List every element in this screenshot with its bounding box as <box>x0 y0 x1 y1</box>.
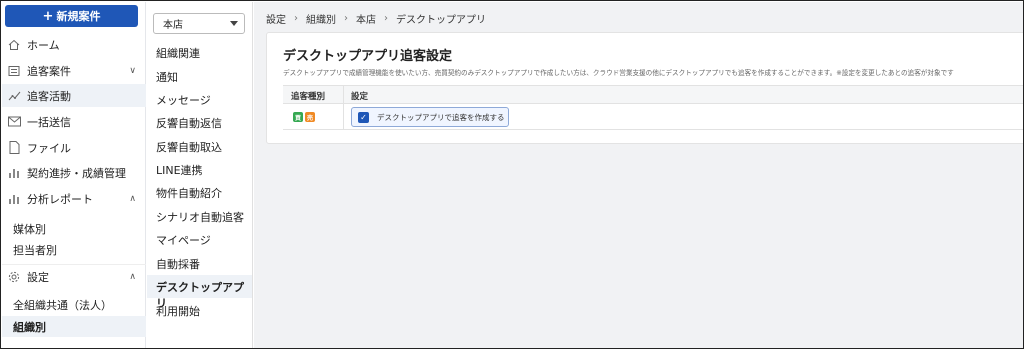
settings-subitem-by-org[interactable]: 組織別 <box>13 319 46 335</box>
column-divider <box>343 104 344 129</box>
settings-nav-item[interactable]: シナリオ自動追客 <box>156 209 244 225</box>
home-icon <box>7 38 21 52</box>
sidebar-item-bulk-send[interactable]: 一括送信 <box>2 110 146 133</box>
column-header: 追客種別 <box>291 92 326 102</box>
app-frame: + 新規案件 ホーム 追客案件 ∨ 追客活動 一括送信 ファイル 契約進捗・成績… <box>0 0 1024 349</box>
settings-card: デスクトップアプリ追客設定 デスクトップアプリで成績管理機能を使いたい方、売買契… <box>266 32 1023 144</box>
chevron-down-icon: ∨ <box>129 65 136 76</box>
buy-tag: 買 <box>293 112 303 122</box>
new-case-button-label: 新規案件 <box>56 10 101 23</box>
table-header: 追客種別 設定 <box>283 86 1023 104</box>
sidebar-item-files[interactable]: ファイル <box>2 136 146 159</box>
sidebar-item-label: 追客活動 <box>27 89 71 103</box>
sell-tag: 売 <box>305 112 315 122</box>
chevron-right-icon: › <box>294 13 298 24</box>
settings-nav-item[interactable]: 反響自動取込 <box>156 139 222 155</box>
bar-chart-icon <box>7 192 21 206</box>
chevron-up-icon: ∧ <box>129 271 136 282</box>
activity-icon <box>7 89 21 103</box>
sidebar-item-label: ホーム <box>27 38 60 52</box>
create-in-desktop-checkbox[interactable]: ✓ デスクトップアプリで追客を作成する <box>351 107 509 127</box>
settings-nav: 本店 組織関連 通知 メッセージ 反響自動返信 反響自動取込 LINE連携 物件… <box>147 2 253 348</box>
list-icon <box>7 64 21 78</box>
settings-nav-item[interactable]: マイページ <box>156 232 211 248</box>
sidebar-item-label: 追客案件 <box>27 64 71 78</box>
settings-nav-item[interactable]: 自動採番 <box>156 256 200 272</box>
chevron-up-icon: ∧ <box>129 193 136 204</box>
chevron-right-icon: › <box>384 13 388 24</box>
mail-icon <box>7 115 21 129</box>
table-row: 買 売 ✓ デスクトップアプリで追客を作成する <box>283 104 1023 130</box>
file-icon <box>7 141 21 155</box>
settings-nav-item[interactable]: 利用開始 <box>156 303 200 319</box>
sidebar-item-label: 設定 <box>27 270 49 284</box>
gear-icon <box>7 270 21 284</box>
breadcrumb-item[interactable]: 組織別 <box>306 11 336 26</box>
breadcrumb: 設定 › 組織別 › 本店 › デスクトップアプリ <box>266 11 486 26</box>
bar-chart-icon <box>7 166 21 180</box>
sidebar-item-analysis-report[interactable]: 分析レポート ∧ <box>2 187 146 210</box>
case-type-tags: 買 売 <box>293 112 315 122</box>
sidebar-item-label: ファイル <box>27 141 71 155</box>
sidebar-item-home[interactable]: ホーム <box>2 33 146 56</box>
settings-nav-item[interactable]: メッセージ <box>156 92 211 108</box>
breadcrumb-item[interactable]: 設定 <box>266 11 286 26</box>
breadcrumb-item[interactable]: 本店 <box>356 11 376 26</box>
column-header: 設定 <box>351 92 369 102</box>
new-case-button[interactable]: + 新規案件 <box>5 5 138 27</box>
report-subitem-staff[interactable]: 担当者別 <box>13 242 57 258</box>
caret-down-icon <box>230 21 238 26</box>
sidebar: + 新規案件 ホーム 追客案件 ∨ 追客活動 一括送信 ファイル 契約進捗・成績… <box>2 2 146 348</box>
sidebar-item-label: 契約進捗・成績管理 <box>27 166 126 180</box>
breadcrumb-item-current: デスクトップアプリ <box>396 15 486 26</box>
card-description: デスクトップアプリで成績管理機能を使いたい方、売買契約のみデスクトップアプリで作… <box>283 69 954 77</box>
settings-nav-item[interactable]: 反響自動返信 <box>156 115 222 131</box>
store-select-value: 本店 <box>163 20 183 31</box>
plus-icon: + <box>42 8 54 24</box>
chevron-right-icon: › <box>344 13 348 24</box>
settings-table: 追客種別 設定 買 売 ✓ デスクトップアプリで追客を作成する <box>283 85 1023 130</box>
report-subitem-media[interactable]: 媒体別 <box>13 221 46 237</box>
store-select[interactable]: 本店 <box>153 13 245 34</box>
settings-nav-item[interactable]: 組織関連 <box>156 45 200 61</box>
column-divider <box>343 86 344 103</box>
settings-nav-item[interactable]: LINE連携 <box>156 162 203 178</box>
sidebar-item-label: 分析レポート <box>27 192 93 206</box>
settings-nav-item[interactable]: 通知 <box>156 69 178 85</box>
settings-nav-item[interactable]: 物件自動紹介 <box>156 185 222 201</box>
page-title: デスクトップアプリ追客設定 <box>283 49 453 64</box>
sidebar-item-settings[interactable]: 設定 ∧ <box>2 265 146 288</box>
settings-subitem-common[interactable]: 全組織共通（法人） <box>13 297 112 313</box>
sidebar-item-cases[interactable]: 追客案件 ∨ <box>2 59 146 82</box>
sidebar-item-contract-progress[interactable]: 契約進捗・成績管理 <box>2 161 146 184</box>
checkbox-label: デスクトップアプリで追客を作成する <box>377 112 505 122</box>
main-content: 設定 › 組織別 › 本店 › デスクトップアプリ デスクトップアプリ追客設定 … <box>254 2 1023 348</box>
sidebar-item-label: 一括送信 <box>27 115 71 129</box>
checkmark-icon[interactable]: ✓ <box>358 111 369 123</box>
sidebar-item-activities[interactable]: 追客活動 <box>2 84 146 107</box>
